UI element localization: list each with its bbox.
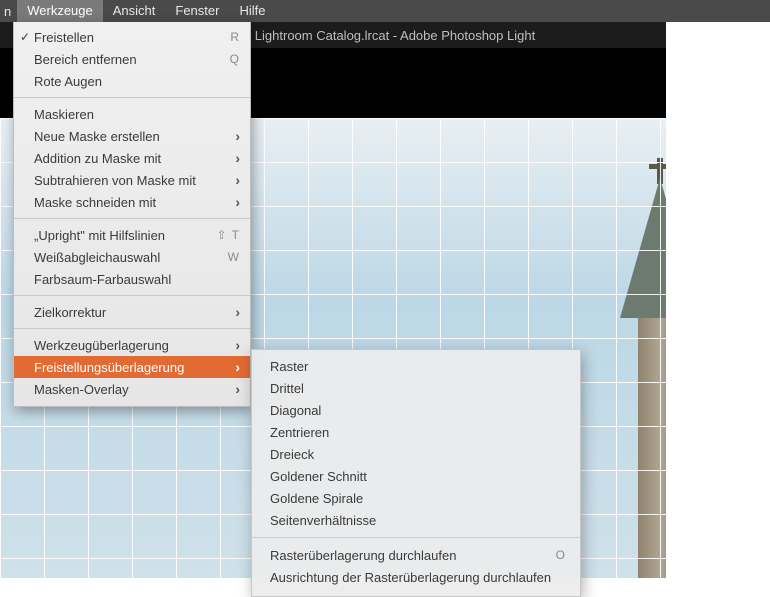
submenu-item-label: Seitenverhältnisse [270, 513, 376, 528]
menu-item[interactable]: Farbsaum-Farbauswahl [14, 268, 250, 290]
menubar-item-fenster[interactable]: Fenster [165, 0, 229, 22]
menu-item-label: Neue Maske erstellen [34, 129, 160, 144]
menu-item[interactable]: ✓ Freistellen R [14, 26, 250, 48]
menu-item[interactable]: Werkzeugüberlagerung › [14, 334, 250, 356]
menu-separator [14, 97, 250, 98]
system-menubar: n Werkzeuge Ansicht Fenster Hilfe [0, 0, 770, 22]
menu-separator [14, 328, 250, 329]
chevron-right-icon: › [235, 304, 240, 320]
menu-separator [14, 295, 250, 296]
submenu-item[interactable]: Drittel [252, 377, 580, 399]
chevron-right-icon: › [235, 194, 240, 210]
menu-item-label: Addition zu Maske mit [34, 151, 161, 166]
submenu-item[interactable]: Rasterüberlagerung durchlaufen O [252, 544, 580, 566]
check-icon: ✓ [20, 30, 30, 44]
window-title: Lightroom Catalog.lrcat - Adobe Photosho… [255, 28, 535, 43]
chevron-right-icon: › [235, 381, 240, 397]
menu-item[interactable]: Rote Augen [14, 70, 250, 92]
submenu-item[interactable]: Dreieck [252, 443, 580, 465]
menu-item[interactable]: Zielkorrektur › [14, 301, 250, 323]
menu-item[interactable]: Bereich entfernen Q [14, 48, 250, 70]
chevron-right-icon: › [235, 172, 240, 188]
menu-item[interactable]: Subtrahieren von Maske mit › [14, 169, 250, 191]
submenu-item-label: Diagonal [270, 403, 321, 418]
menu-item[interactable]: Maske schneiden mit › [14, 191, 250, 213]
menu-item[interactable]: Addition zu Maske mit › [14, 147, 250, 169]
page-whitespace [666, 22, 770, 578]
submenu-item[interactable]: Diagonal [252, 399, 580, 421]
submenu-item-label: Goldener Schnitt [270, 469, 367, 484]
werkzeuge-menu: ✓ Freistellen R Bereich entfernen Q Rote Auge… [13, 22, 251, 407]
menu-item-label: Freistellungsüberlagerung [34, 360, 184, 375]
menu-item-label: Freistellen [34, 30, 94, 45]
menu-item-label: Zielkorrektur [34, 305, 106, 320]
submenu-item-label: Dreieck [270, 447, 314, 462]
menubar-item-hilfe[interactable]: Hilfe [229, 0, 275, 22]
menu-item-label: Werkzeugüberlagerung [34, 338, 169, 353]
menubar-item-werkzeuge[interactable]: Werkzeuge [17, 0, 103, 22]
submenu-item-label: Goldene Spirale [270, 491, 363, 506]
menu-item-label: Weißabgleichauswahl [34, 250, 160, 265]
menu-item-label: Subtrahieren von Maske mit [34, 173, 196, 188]
submenu-item-label: Rasterüberlagerung durchlaufen [270, 548, 456, 563]
menu-item[interactable]: Freistellungsüberlagerung › [14, 356, 250, 378]
menu-shortcut: ⇧ T [216, 228, 240, 242]
menu-item[interactable]: Maskieren [14, 103, 250, 125]
menu-item[interactable]: Weißabgleichauswahl W [14, 246, 250, 268]
menu-item-label: Farbsaum-Farbauswahl [34, 272, 171, 287]
chevron-right-icon: › [235, 150, 240, 166]
menu-item[interactable]: „Upright" mit Hilfslinien ⇧ T [14, 224, 250, 246]
submenu-item[interactable]: Zentrieren [252, 421, 580, 443]
menu-item[interactable]: Masken-Overlay › [14, 378, 250, 400]
menu-shortcut: R [230, 30, 240, 44]
menu-separator [14, 218, 250, 219]
chevron-right-icon: › [235, 337, 240, 353]
menubar-item-ansicht[interactable]: Ansicht [103, 0, 166, 22]
menu-item-label: Maske schneiden mit [34, 195, 156, 210]
submenu-item-label: Raster [270, 359, 308, 374]
menu-item-label: „Upright" mit Hilfslinien [34, 228, 165, 243]
menu-shortcut: W [228, 250, 240, 264]
menu-separator [252, 537, 580, 538]
submenu-item-label: Zentrieren [270, 425, 329, 440]
submenu-item[interactable]: Seitenverhältnisse [252, 509, 580, 531]
chevron-right-icon: › [235, 359, 240, 375]
menu-item-label: Bereich entfernen [34, 52, 137, 67]
menu-item[interactable]: Neue Maske erstellen › [14, 125, 250, 147]
chevron-right-icon: › [235, 128, 240, 144]
menu-item-label: Masken-Overlay [34, 382, 129, 397]
submenu-item-label: Drittel [270, 381, 304, 396]
submenu-item[interactable]: Goldener Schnitt [252, 465, 580, 487]
menubar-item-truncated[interactable]: n [4, 4, 17, 19]
menu-shortcut: O [556, 548, 566, 562]
freistellungsueberlagerung-submenu: Raster Drittel Diagonal Zentrieren Dreieck Go… [251, 349, 581, 597]
menu-shortcut: Q [230, 52, 240, 66]
submenu-item[interactable]: Ausrichtung der Rasterüberlagerung durch… [252, 566, 580, 588]
submenu-item[interactable]: Raster [252, 355, 580, 377]
menu-item-label: Rote Augen [34, 74, 102, 89]
submenu-item-label: Ausrichtung der Rasterüberlagerung durch… [270, 570, 551, 585]
submenu-item[interactable]: Goldene Spirale [252, 487, 580, 509]
menu-item-label: Maskieren [34, 107, 94, 122]
